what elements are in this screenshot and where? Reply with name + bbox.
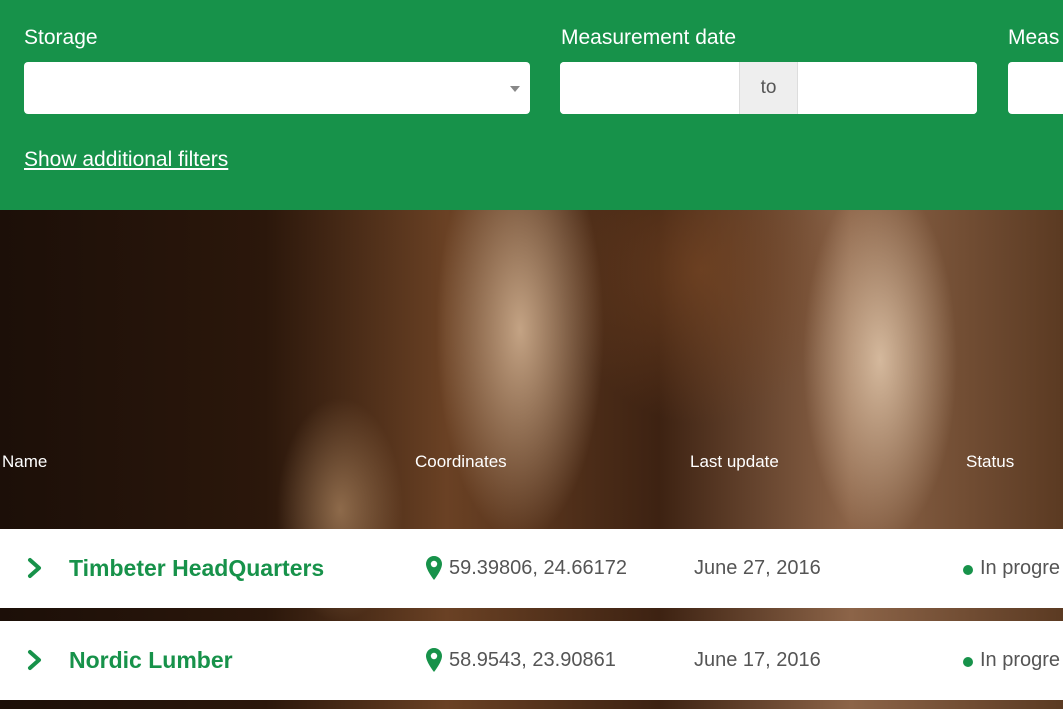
chevron-right-icon[interactable] — [26, 557, 44, 579]
map-pin-icon — [426, 556, 442, 580]
date-from-input[interactable] — [560, 62, 739, 114]
last-update-date: June 27, 2016 — [694, 557, 821, 579]
map-pin-icon — [426, 648, 442, 672]
date-to-input[interactable] — [798, 62, 977, 114]
location-name[interactable]: Nordic Lumber — [69, 647, 233, 674]
status-dot-icon — [963, 657, 973, 667]
last-update-date: June 17, 2016 — [694, 649, 821, 671]
measurement-third-label: Meas — [1008, 26, 1060, 49]
status-text: In progre — [980, 557, 1061, 579]
column-header-status[interactable]: Status — [966, 452, 1014, 472]
storage-select[interactable] — [24, 62, 530, 114]
caret-down-icon — [510, 86, 520, 92]
measurement-third-input[interactable] — [1008, 62, 1063, 114]
location-name[interactable]: Timbeter HeadQuarters — [69, 555, 324, 582]
column-header-name[interactable]: Name — [2, 452, 47, 472]
column-header-last-update[interactable]: Last update — [690, 452, 779, 472]
status-dot-icon — [963, 565, 973, 575]
storage-label: Storage — [24, 26, 98, 49]
column-header-coordinates[interactable]: Coordinates — [415, 452, 507, 472]
table-row[interactable]: Nordic Lumber 58.9543, 23.90861 June 17,… — [0, 621, 1063, 700]
location-coordinates: 58.9543, 23.90861 — [449, 649, 616, 671]
chevron-right-icon[interactable] — [26, 649, 44, 671]
measurement-date-range: to — [560, 62, 977, 114]
location-coordinates: 59.39806, 24.66172 — [449, 557, 627, 579]
filter-bar: Storage Measurement date to Meas Show ad… — [0, 0, 1063, 210]
status-text: In progre — [980, 649, 1061, 671]
measurement-date-label: Measurement date — [561, 26, 737, 49]
table-row[interactable]: Timbeter HeadQuarters 59.39806, 24.66172… — [0, 529, 1063, 608]
show-additional-filters-link[interactable]: Show additional filters — [24, 148, 228, 172]
date-range-separator: to — [739, 62, 798, 114]
